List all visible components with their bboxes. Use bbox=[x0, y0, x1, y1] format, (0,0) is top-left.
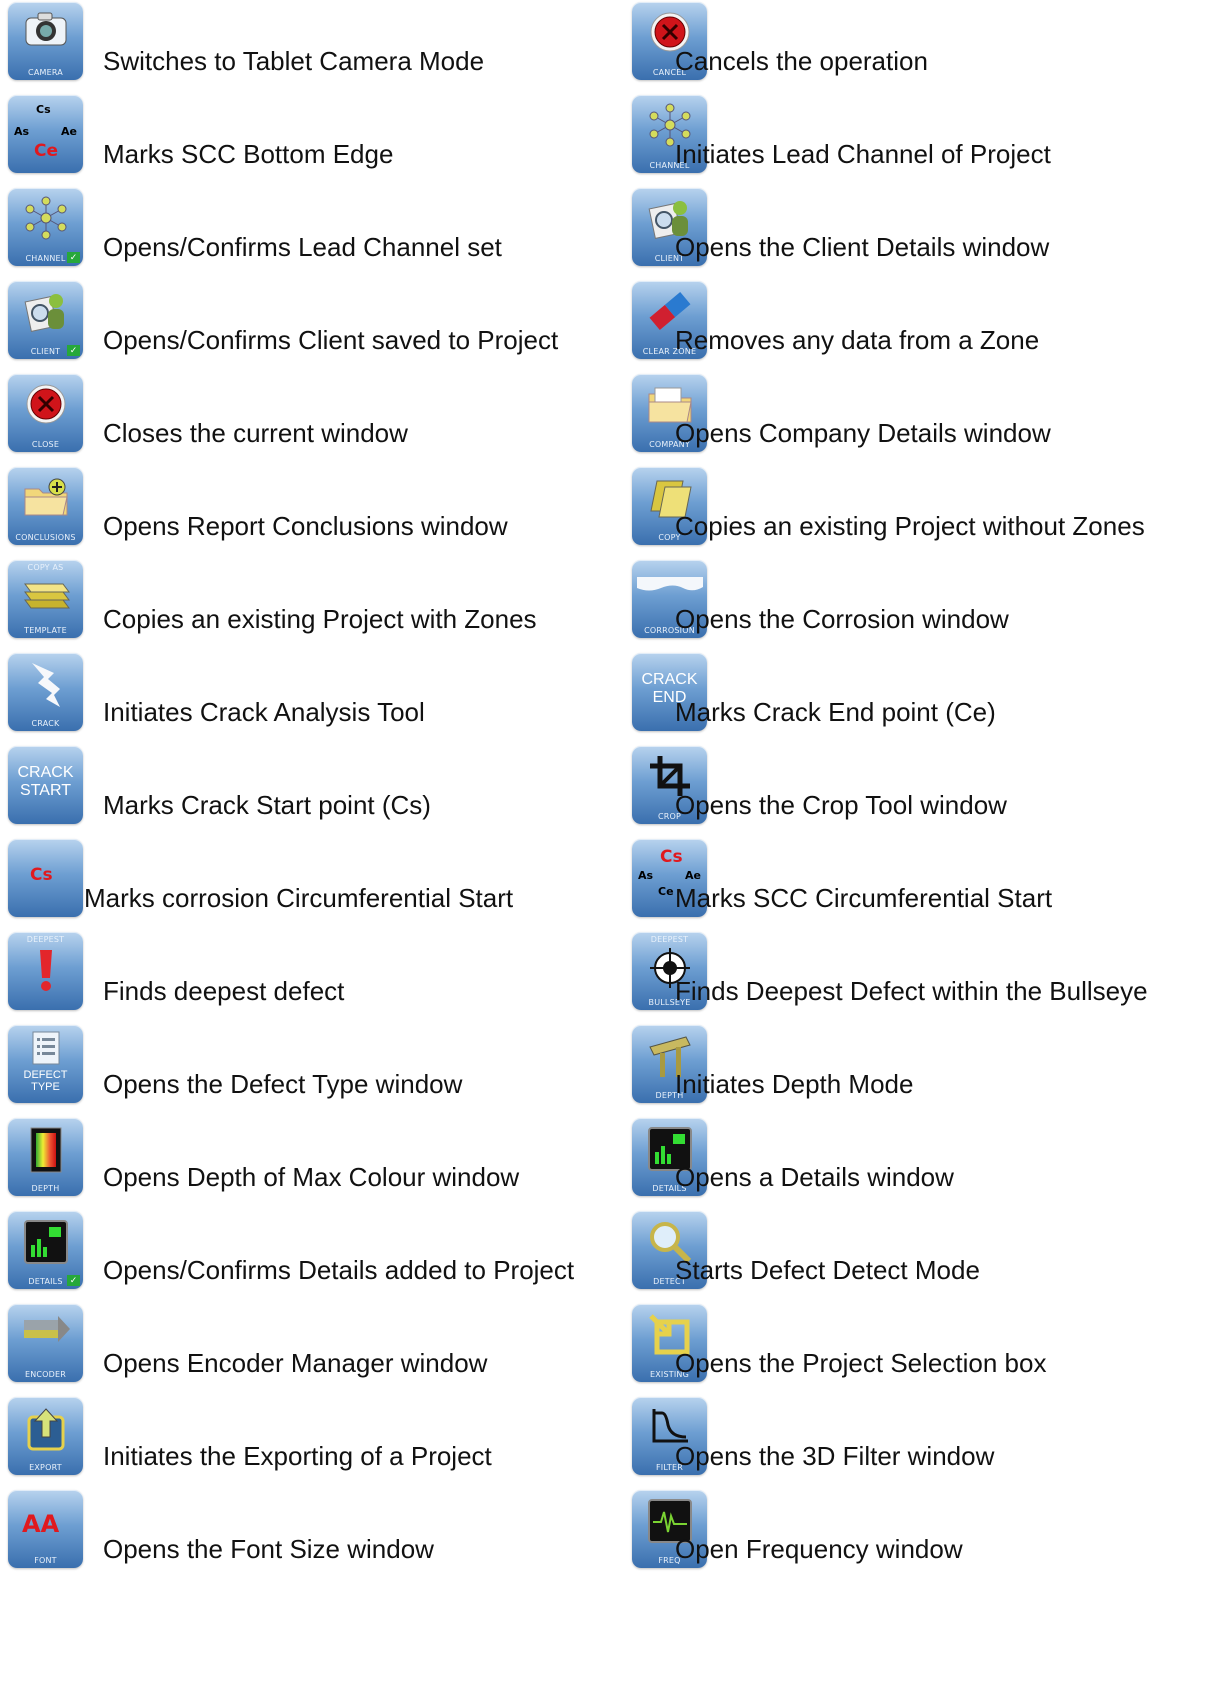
legend-label: Opens/Confirms Lead Channel set bbox=[103, 232, 502, 262]
icon-glyph bbox=[8, 1126, 83, 1183]
icon-text-right: Ae bbox=[61, 125, 77, 138]
legend-label: Opens a Details window bbox=[675, 1162, 954, 1192]
font-icon[interactable]: AA FONT bbox=[8, 1490, 83, 1568]
legend-label: Opens the Project Selection box bbox=[675, 1348, 1047, 1378]
icon-glyph bbox=[8, 10, 83, 57]
export-icon[interactable]: EXPORT bbox=[8, 1397, 83, 1475]
legend-label: Marks corrosion Circumferential Start bbox=[84, 883, 514, 913]
legend-label: Initiates Depth Mode bbox=[675, 1069, 914, 1099]
legend-label: Finds deepest defect bbox=[103, 976, 345, 1006]
icon-text-top: Cs bbox=[660, 847, 683, 867]
icon-glyph bbox=[8, 574, 83, 623]
legend-label: Opens the Crop Tool window bbox=[675, 790, 1007, 820]
encoder-icon[interactable]: ENCODER bbox=[8, 1304, 83, 1382]
icon-glyph bbox=[8, 661, 83, 718]
close-icon[interactable]: CLOSE bbox=[8, 374, 83, 452]
deepest-icon[interactable]: DEEPEST bbox=[8, 932, 83, 1010]
legend-label: Closes the current window bbox=[103, 418, 408, 448]
legend-label: Copies an existing Project with Zones bbox=[103, 604, 537, 634]
icon-text-center: AA bbox=[22, 1510, 60, 1538]
icon-glyph bbox=[8, 289, 83, 344]
icon-glyph bbox=[8, 1031, 83, 1074]
legend-label: Initiates Crack Analysis Tool bbox=[103, 697, 425, 727]
crack-icon[interactable]: CRACK bbox=[8, 653, 83, 731]
depth-colour-icon[interactable]: DEPTH bbox=[8, 1118, 83, 1196]
legend-label: Opens the Corrosion window bbox=[675, 604, 1009, 634]
icon-text-right: Ae bbox=[685, 869, 701, 882]
scc-bottom-edge-icon[interactable]: Cs As Ae Ce bbox=[8, 95, 83, 173]
legend-label: Open Frequency window bbox=[675, 1534, 963, 1564]
check-icon: ✓ bbox=[67, 252, 80, 263]
icon-top-caption: DEEPEST bbox=[650, 935, 689, 944]
legend-label: Opens/Confirms Details added to Project bbox=[103, 1255, 575, 1285]
legend-label: Cancels the operation bbox=[675, 46, 928, 76]
legend-label: Initiates the Exporting of a Project bbox=[103, 1441, 492, 1471]
legend-label: Switches to Tablet Camera Mode bbox=[103, 46, 485, 76]
icon-glyph bbox=[8, 382, 83, 435]
icon-text-top: Cs bbox=[36, 103, 51, 116]
icon-glyph bbox=[8, 1312, 83, 1355]
icon-glyph bbox=[8, 196, 83, 249]
check-icon: ✓ bbox=[67, 345, 80, 356]
icon-caption: CONCLUSIONS bbox=[15, 533, 76, 542]
legend-label: Opens the Font Size window bbox=[103, 1534, 434, 1564]
legend-label: Finds Deepest Defect within the Bullseye bbox=[675, 976, 1148, 1006]
legend-label: Opens Report Conclusions window bbox=[103, 511, 508, 541]
defect-type-icon[interactable]: DEFECT TYPE bbox=[8, 1025, 83, 1103]
channel-confirmed-icon[interactable]: CHANNEL ✓ bbox=[8, 188, 83, 266]
icon-glyph bbox=[8, 946, 83, 1003]
icon-text: CRACK START bbox=[17, 764, 74, 799]
icon-glyph bbox=[632, 568, 707, 608]
legend-label: Opens Depth of Max Colour window bbox=[103, 1162, 520, 1192]
legend-label: Opens Encoder Manager window bbox=[103, 1348, 488, 1378]
icon-text-left: As bbox=[638, 869, 654, 882]
crack-start-icon[interactable]: CRACK START bbox=[8, 746, 83, 824]
icon-caption: CAMERA bbox=[28, 68, 63, 77]
icon-caption: ENCODER bbox=[24, 1370, 67, 1379]
icon-caption: TEMPLATE bbox=[24, 626, 67, 635]
check-icon: ✓ bbox=[67, 1275, 80, 1286]
icon-text-left: As bbox=[14, 125, 30, 138]
icon-glyph bbox=[8, 1219, 83, 1274]
legend-label: Copies an existing Project without Zones bbox=[675, 511, 1145, 541]
legend-label: Opens the Defect Type window bbox=[103, 1069, 463, 1099]
icon-top-caption: DEEPEST bbox=[26, 935, 65, 944]
legend-label: Initiates Lead Channel of Project bbox=[675, 139, 1051, 169]
icon-caption: EXPORT bbox=[29, 1463, 62, 1472]
legend-label: Opens Company Details window bbox=[675, 418, 1051, 448]
legend-label: Removes any data from a Zone bbox=[675, 325, 1040, 355]
legend-label: Opens the Client Details window bbox=[675, 232, 1050, 262]
icon-caption: CLOSE bbox=[31, 440, 60, 449]
camera-icon[interactable]: CAMERA bbox=[8, 2, 83, 80]
icon-text-bottom: Ce bbox=[658, 885, 674, 898]
legend-label: Marks Crack End point (Ce) bbox=[675, 697, 996, 727]
conclusions-icon[interactable]: CONCLUSIONS bbox=[8, 467, 83, 545]
details-confirmed-icon[interactable]: DETAILS ✓ bbox=[8, 1211, 83, 1289]
icon-text-center: Cs bbox=[30, 865, 53, 885]
icon-text-bottom: Ce bbox=[34, 141, 59, 161]
icon-glyph bbox=[8, 475, 83, 528]
legend-label: Opens the 3D Filter window bbox=[675, 1441, 995, 1471]
icon-caption: DEPTH bbox=[31, 1184, 60, 1193]
client-confirmed-icon[interactable]: CLIENT ✓ bbox=[8, 281, 83, 359]
icon-top-caption: COPY AS bbox=[27, 563, 64, 572]
corrosion-circumferential-start-icon[interactable]: Cs bbox=[8, 839, 83, 917]
icon-glyph bbox=[8, 1405, 83, 1462]
legend-label: Marks SCC Bottom Edge bbox=[103, 139, 394, 169]
copy-as-template-icon[interactable]: COPY AS TEMPLATE bbox=[8, 560, 83, 638]
icon-caption: FONT bbox=[34, 1556, 57, 1565]
legend-label: Starts Defect Detect Mode bbox=[675, 1255, 980, 1285]
icon-caption: CRACK bbox=[31, 719, 60, 728]
legend-label: Marks SCC Circumferential Start bbox=[675, 883, 1053, 913]
legend-label: Opens/Confirms Client saved to Project bbox=[103, 325, 559, 355]
legend-label: Marks Crack Start point (Cs) bbox=[103, 790, 431, 820]
